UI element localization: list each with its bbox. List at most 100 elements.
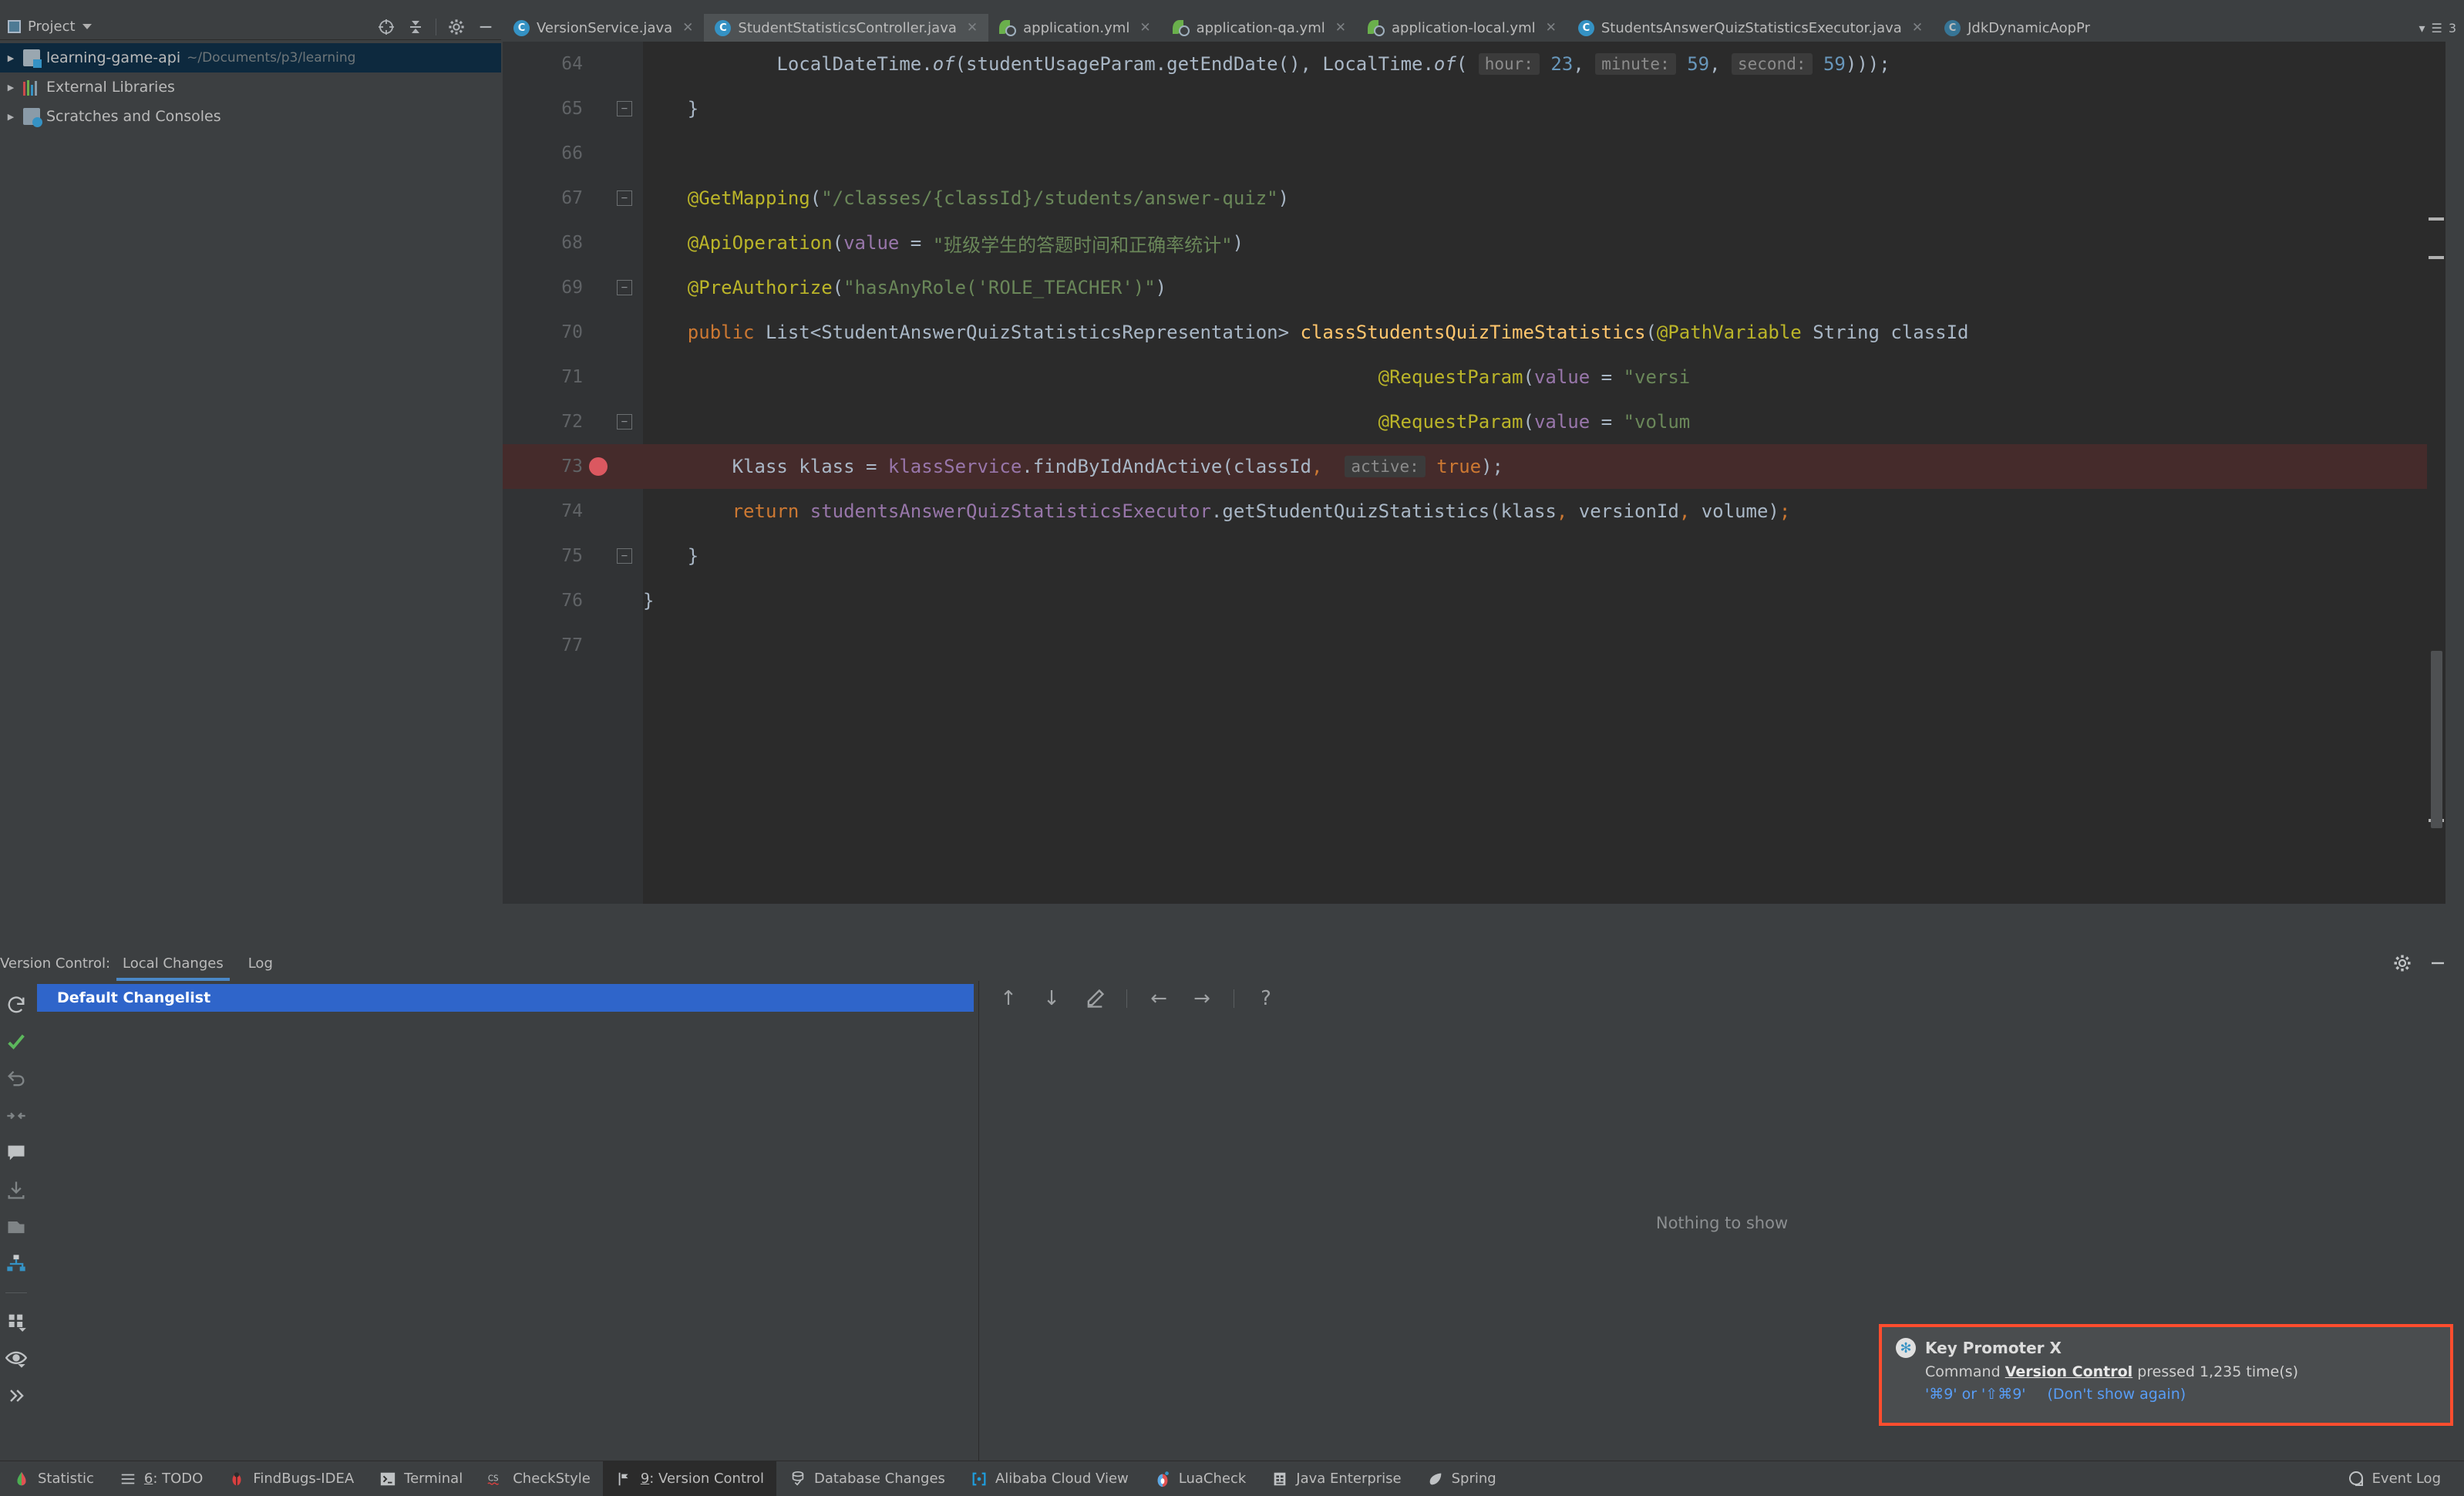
- editor-tab-bar[interactable]: C VersionService.java ✕ C StudentStatist…: [503, 14, 2464, 42]
- locate-target-icon[interactable]: [377, 18, 396, 36]
- status-bar-item-luacheck[interactable]: LuaCheck: [1141, 1461, 1259, 1496]
- close-icon[interactable]: ✕: [1335, 20, 1346, 35]
- collapse-all-icon[interactable]: [406, 18, 425, 36]
- changelist-row[interactable]: Default Changelist: [37, 984, 974, 1012]
- version-control-action-rail[interactable]: [0, 981, 32, 1465]
- code-line[interactable]: 77: [503, 623, 2445, 668]
- refresh-icon[interactable]: [5, 993, 28, 1016]
- key-promoter-notification[interactable]: ✻ Key Promoter X Command Version Control…: [1879, 1324, 2453, 1426]
- editor-tabs-overflow-button[interactable]: ▾ ☰ 3: [2411, 14, 2464, 42]
- code-line[interactable]: 72 − @RequestParam(value = "volum: [503, 399, 2445, 444]
- close-icon[interactable]: ✕: [967, 20, 978, 35]
- close-icon[interactable]: ✕: [1139, 20, 1150, 35]
- get-icon[interactable]: [5, 1178, 28, 1201]
- changelist-label: Default Changelist: [57, 989, 211, 1006]
- status-bar-item-event-log[interactable]: Event Log: [2334, 1461, 2453, 1496]
- status-bar-item-java-enterprise[interactable]: Java Enterprise: [1258, 1461, 1413, 1496]
- close-icon[interactable]: ✕: [1546, 20, 1557, 35]
- tab-local-changes[interactable]: Local Changes: [110, 945, 236, 981]
- gear-icon[interactable]: [447, 18, 466, 36]
- fold-toggle-icon[interactable]: −: [617, 190, 632, 206]
- expand-arrow-icon[interactable]: ▶: [5, 83, 17, 93]
- editor-tab-application-yml[interactable]: application.yml ✕: [988, 14, 1161, 42]
- editor-tab-application-qa-yml[interactable]: application-qa.yml ✕: [1162, 14, 1357, 42]
- status-bar-item-todo[interactable]: 6: TODO: [106, 1461, 215, 1496]
- code-token: versionId: [1567, 500, 1679, 522]
- code-line[interactable]: 67 − @GetMapping("/classes/{classId}/stud…: [503, 176, 2445, 221]
- expand-icon[interactable]: [5, 1384, 28, 1407]
- code-line[interactable]: 68 @ApiOperation(value = "班级学生的答题时间和正确率统…: [503, 221, 2445, 265]
- preview-eye-icon[interactable]: [5, 1347, 28, 1370]
- fold-toggle-icon[interactable]: −: [617, 101, 632, 116]
- project-tool-window-title[interactable]: Project: [0, 19, 92, 35]
- chevron-down-icon[interactable]: [82, 24, 92, 29]
- arrow-down-icon[interactable]: ↓: [1040, 987, 1063, 1010]
- editor-tab-jdkdynamicaoppr[interactable]: C JdkDynamicAopPr: [1934, 14, 2101, 42]
- status-bar[interactable]: Statistic 6: TODO FindBugs-IDEA Terminal…: [0, 1461, 2464, 1496]
- project-tree[interactable]: ▶ learning-game-api ~/Documents/p3/learn…: [0, 40, 501, 935]
- tree-item-external-libraries[interactable]: ▶ External Libraries: [0, 72, 501, 102]
- status-bar-item-database-changes[interactable]: Database Changes: [776, 1461, 958, 1496]
- arrow-right-icon[interactable]: →: [1190, 987, 1213, 1010]
- status-bar-item-version-control[interactable]: 9: Version Control: [602, 1461, 777, 1496]
- status-bar-item-spring[interactable]: Spring: [1414, 1461, 1509, 1496]
- code-line[interactable]: 71 @RequestParam(value = "versi: [503, 355, 2445, 399]
- code-editor[interactable]: 64 LocalDateTime. of (studentUsageParam.ge…: [503, 42, 2445, 904]
- code-line[interactable]: 66: [503, 131, 2445, 176]
- group-by-icon[interactable]: [5, 1252, 28, 1275]
- code-line[interactable]: 69 − @PreAuthorize("hasAnyRole('ROLE_TEAC…: [503, 265, 2445, 310]
- hide-panel-icon[interactable]: [476, 18, 495, 36]
- close-icon[interactable]: ✕: [1912, 20, 1923, 35]
- code-token: ,: [1573, 53, 1596, 75]
- fold-toggle-icon[interactable]: −: [617, 414, 632, 430]
- editor-scrollbar-thumb[interactable]: [2431, 651, 2442, 828]
- status-bar-item-alibaba-cloud-view[interactable]: Alibaba Cloud View: [958, 1461, 1141, 1496]
- fold-toggle-icon[interactable]: −: [617, 548, 632, 564]
- editor-tab-studentsanswerquizstatisticsexecutor[interactable]: C StudentsAnswerQuizStatisticsExecutor.j…: [1567, 14, 1934, 42]
- shelve-icon[interactable]: [5, 1104, 28, 1127]
- tab-log[interactable]: Log: [236, 945, 285, 981]
- code-line[interactable]: 65 − }: [503, 86, 2445, 131]
- shelf-icon[interactable]: [5, 1215, 28, 1238]
- close-icon[interactable]: ✕: [682, 20, 693, 35]
- help-icon[interactable]: ?: [1254, 987, 1277, 1010]
- code-line[interactable]: 70 public List<StudentAnswerQuizStatisti…: [503, 310, 2445, 355]
- fold-toggle-icon[interactable]: −: [617, 280, 632, 295]
- expand-arrow-icon[interactable]: ▶: [5, 112, 17, 122]
- editor-tab-studentstatisticscontroller[interactable]: C StudentStatisticsController.java ✕: [704, 14, 989, 42]
- editor-code-area[interactable]: 64 LocalDateTime. of (studentUsageParam.ge…: [503, 42, 2445, 904]
- commit-check-icon[interactable]: [5, 1030, 28, 1053]
- code-line[interactable]: 73 Klass klass = klassService .findByIdAn…: [503, 444, 2445, 489]
- shortcut-link[interactable]: '⌘9' or '⇧⌘9': [1925, 1386, 2026, 1403]
- gear-icon[interactable]: [2393, 954, 2412, 972]
- code-line[interactable]: 64 LocalDateTime. of (studentUsageParam.ge…: [503, 42, 2445, 86]
- expand-arrow-icon[interactable]: ▶: [5, 53, 17, 63]
- local-changes-detail-toolbar[interactable]: ↑ ↓ ← → ?: [980, 981, 2464, 1016]
- editor-error-marker[interactable]: [2429, 217, 2444, 221]
- dont-show-again-link[interactable]: (Don't show again): [2048, 1386, 2186, 1403]
- hide-panel-icon[interactable]: [2429, 954, 2447, 972]
- rollback-icon[interactable]: [5, 1067, 28, 1090]
- breakpoint-icon[interactable]: [589, 457, 608, 476]
- edit-icon[interactable]: [1083, 987, 1106, 1010]
- editor-scrollbar[interactable]: [2427, 42, 2445, 904]
- editor-error-marker[interactable]: [2429, 256, 2444, 259]
- comment-icon[interactable]: [5, 1141, 28, 1164]
- status-bar-item-findbugs[interactable]: FindBugs-IDEA: [215, 1461, 366, 1496]
- editor-tab-versionservice[interactable]: C VersionService.java ✕: [503, 14, 704, 42]
- arrow-left-icon[interactable]: ←: [1147, 987, 1170, 1010]
- code-line[interactable]: 74 return studentsAnswerQuizStatisticsEx…: [503, 489, 2445, 534]
- status-bar-item-checkstyle[interactable]: CS CheckStyle: [475, 1461, 603, 1496]
- tree-item-module[interactable]: ▶ learning-game-api ~/Documents/p3/learn…: [0, 43, 501, 72]
- status-bar-item-terminal[interactable]: Terminal: [366, 1461, 475, 1496]
- code-line[interactable]: 75 − }: [503, 534, 2445, 578]
- status-bar-item-statistic[interactable]: Statistic: [0, 1461, 106, 1496]
- editor-tab-application-local-yml[interactable]: application-local.yml ✕: [1357, 14, 1567, 42]
- code-line[interactable]: 76}: [503, 578, 2445, 623]
- view-options-icon[interactable]: [5, 1310, 28, 1333]
- code-token: @RequestParam: [1378, 366, 1523, 388]
- local-changes-list[interactable]: Default Changelist: [32, 981, 979, 1465]
- tree-item-scratches[interactable]: ▶ Scratches and Consoles: [0, 102, 501, 131]
- arrow-up-icon[interactable]: ↑: [997, 987, 1020, 1010]
